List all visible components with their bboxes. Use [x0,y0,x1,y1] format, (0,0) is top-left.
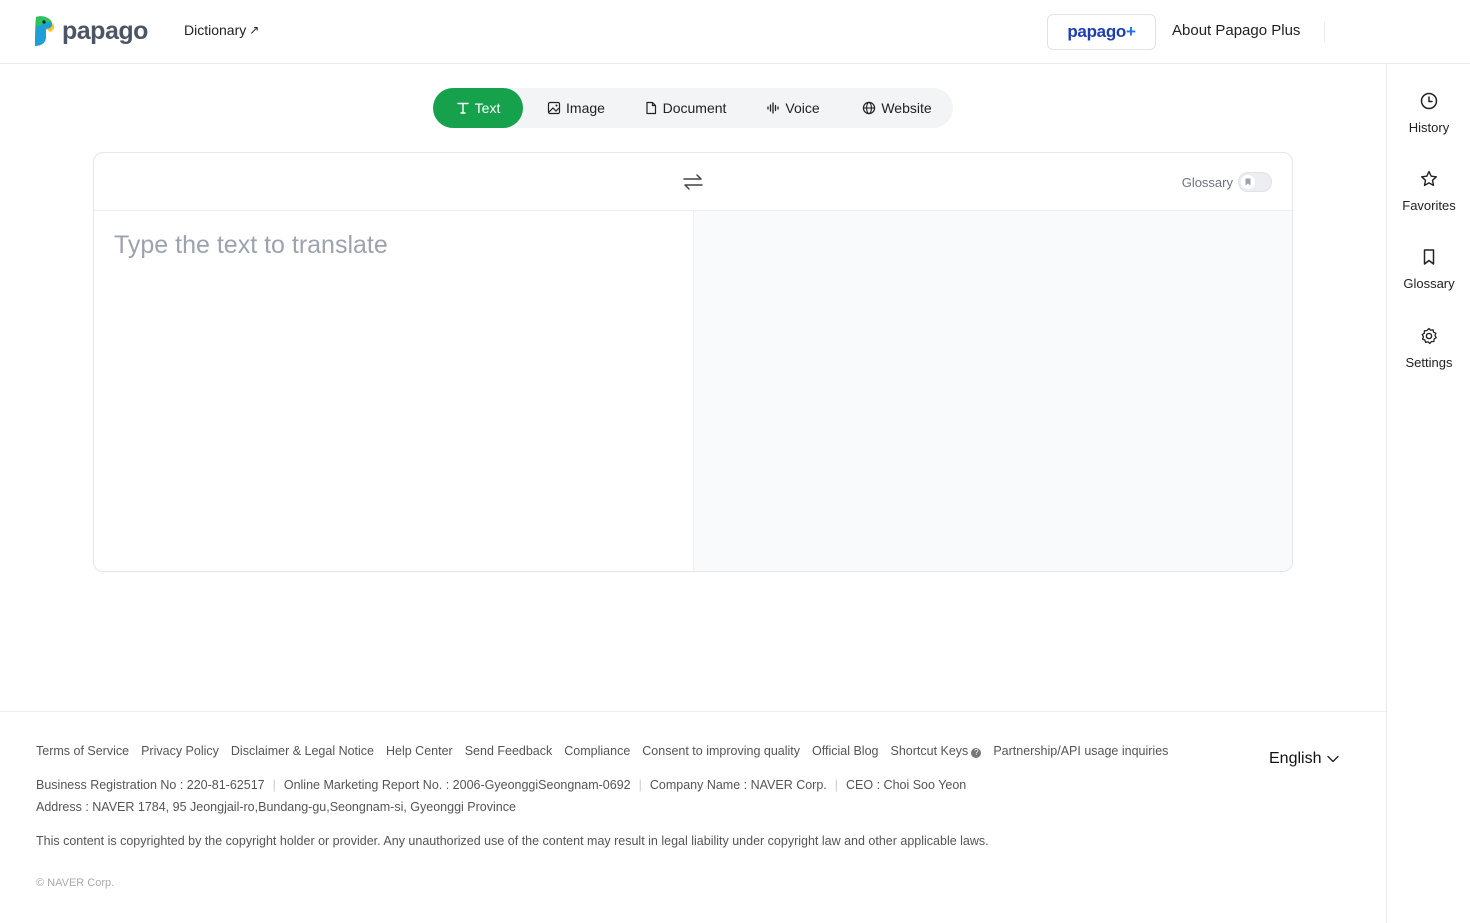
swap-languages-button[interactable] [682,171,704,193]
translator-panel: Glossary [93,152,1293,572]
papago-bird-icon [35,16,55,46]
text-icon [456,102,469,114]
copyright-notice: This content is copyrighted by the copyr… [36,834,989,848]
header-divider [1324,22,1325,42]
divider: | [834,778,839,792]
voice-icon [767,102,780,114]
tab-website[interactable]: Website [849,88,945,128]
glossary-toggle-knob [1241,175,1255,189]
corp-copyright: © NAVER Corp. [36,877,115,889]
tab-image[interactable]: Image [531,88,621,128]
language-bar: Glossary [94,153,1292,211]
logo-text: papago [62,16,148,45]
tab-document[interactable]: Document [633,88,737,128]
sidebar-item-glossary[interactable]: Glossary [1387,247,1470,291]
right-sidebar: History Favorites Glossary Settings [1386,64,1470,923]
header: papago Dictionary ↗ papago+ About Papago… [0,0,1470,64]
shortcut-keys-label: Shortcut Keys [890,744,969,758]
papago-plus-button[interactable]: papago+ [1047,14,1156,50]
mode-tabs: Text Image Document Voice Website [433,88,953,128]
tab-text[interactable]: Text [433,88,523,128]
divider: | [638,778,642,792]
sidebar-item-favorites[interactable]: Favorites [1387,169,1470,213]
target-pane [693,211,1292,571]
dictionary-link[interactable]: Dictionary ↗ [184,22,259,38]
tab-label: Voice [785,100,820,116]
image-icon [547,101,561,115]
footer-link-blog[interactable]: Official Blog [812,744,878,758]
papago-plus-logo: papago+ [1067,22,1136,42]
footer-link-shortcuts[interactable]: Shortcut Keys? [890,744,982,758]
divider: | [272,778,276,792]
ceo-name: CEO : Choi Soo Yeon [846,778,967,792]
footer-link-privacy[interactable]: Privacy Policy [141,744,219,758]
glossary-toggle[interactable] [1238,172,1272,192]
globe-icon [863,101,876,115]
business-reg-no: Business Registration No : 220-81-62517 [36,778,265,792]
company-name: Company Name : NAVER Corp. [649,778,827,792]
chevron-down-icon [1327,755,1340,763]
footer-link-terms[interactable]: Terms of Service [36,744,129,758]
marketing-report-no: Online Marketing Report No. : 2006-Gyeon… [283,778,631,792]
about-papago-plus-link[interactable]: About Papago Plus [1172,22,1300,39]
tab-label: Text [474,100,501,116]
plus-sign: + [1126,22,1136,41]
company-address: Address : NAVER 1784, 95 Jeongjail-ro,Bu… [36,800,516,814]
gear-icon [1421,327,1437,345]
footer-links: Terms of Service Privacy Policy Disclaim… [36,744,1180,758]
sidebar-item-history[interactable]: History [1387,91,1470,135]
business-info: Business Registration No : 220-81-62517 … [36,778,966,792]
document-icon [645,101,656,115]
star-icon [1421,170,1437,187]
language-select[interactable]: English [1269,750,1340,768]
footer-link-compliance[interactable]: Compliance [564,744,630,758]
clock-icon [1420,92,1438,110]
external-link-icon: ↗ [249,23,260,37]
footer-link-feedback[interactable]: Send Feedback [465,744,553,758]
footer: Terms of Service Privacy Policy Disclaim… [0,711,1386,923]
sidebar-item-label: Favorites [1402,198,1456,213]
tab-voice[interactable]: Voice [755,88,831,128]
language-value: English [1269,750,1322,767]
dictionary-label: Dictionary [184,22,247,38]
footer-link-consent[interactable]: Consent to improving quality [642,744,800,758]
glossary-label: Glossary [1181,174,1233,190]
sidebar-item-settings[interactable]: Settings [1387,326,1470,370]
tab-label: Document [662,100,727,116]
swap-icon [683,174,703,190]
sidebar-item-label: Settings [1405,355,1453,370]
papago-plus-logo-text: papago [1067,22,1126,41]
sidebar-item-label: History [1408,120,1450,135]
help-icon: ? [971,748,982,758]
tab-label: Image [566,100,605,116]
glossary-toggle-group: Glossary [1182,172,1272,192]
papago-logo[interactable]: papago [32,15,148,47]
footer-link-help[interactable]: Help Center [386,744,453,758]
sidebar-item-label: Glossary [1403,276,1455,291]
footer-link-disclaimer[interactable]: Disclaimer & Legal Notice [231,744,374,758]
bookmark-icon [1245,178,1251,186]
bookmark-icon [1423,249,1435,265]
footer-link-partnership[interactable]: Partnership/API usage inquiries [993,744,1168,758]
source-text-input[interactable] [94,211,693,571]
tab-label: Website [881,100,932,116]
source-pane [94,211,693,571]
